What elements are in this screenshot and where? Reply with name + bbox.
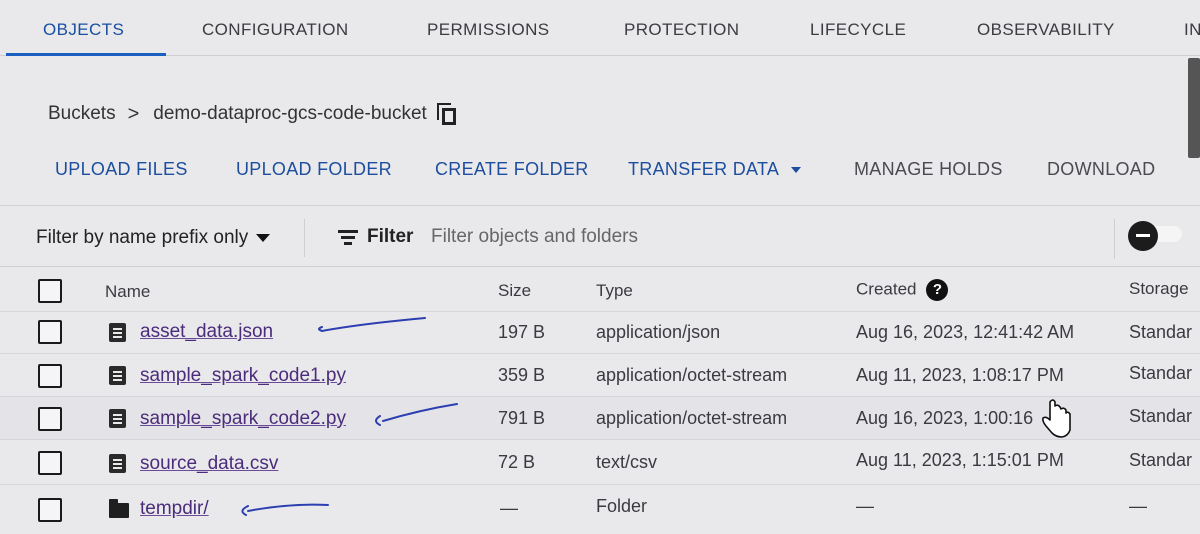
column-header-size[interactable]: Size xyxy=(498,281,531,301)
manage-holds-button[interactable]: MANAGE HOLDS xyxy=(854,159,1003,180)
object-storage-class: — xyxy=(1129,496,1147,516)
object-name-link[interactable]: source_data.csv xyxy=(140,453,278,475)
table-row[interactable]: sample_spark_code1.py 359 B application/… xyxy=(0,354,1200,397)
object-type: Folder xyxy=(596,496,648,516)
transfer-data-button[interactable]: TRANSFER DATA xyxy=(628,159,802,180)
created-header-label: Created xyxy=(856,279,917,299)
object-created: Aug 11, 2023, 1:15:01 PM xyxy=(856,450,1064,470)
prefix-filter-dropdown[interactable]: Filter by name prefix only xyxy=(36,227,271,249)
prefix-filter-label: Filter by name prefix only xyxy=(36,227,249,248)
file-icon xyxy=(109,323,126,342)
copy-icon[interactable] xyxy=(436,103,457,125)
object-created: Aug 16, 2023, 12:41:42 AM xyxy=(856,322,1075,342)
object-size: 359 B xyxy=(498,365,546,385)
tab-bar: OBJECTS CONFIGURATION PERMISSIONS PROTEC… xyxy=(0,0,1200,56)
table-header: Name Size Type Created? Storage xyxy=(0,268,1200,312)
tab-protection[interactable]: PROTECTION xyxy=(624,20,739,40)
caret-down-icon xyxy=(256,233,271,242)
filter-bar: Filter by name prefix only Filter xyxy=(0,207,1200,267)
object-size: 791 B xyxy=(498,408,546,428)
upload-folder-button[interactable]: UPLOAD FOLDER xyxy=(236,159,392,180)
transfer-data-label: TRANSFER DATA xyxy=(628,159,780,179)
column-header-name[interactable]: Name xyxy=(105,282,150,302)
help-icon[interactable]: ? xyxy=(926,279,949,301)
object-storage-class: Standar xyxy=(1129,363,1193,383)
action-bar: UPLOAD FILES UPLOAD FOLDER CREATE FOLDER… xyxy=(0,140,1200,206)
object-size: 197 B xyxy=(498,322,546,342)
tab-observability[interactable]: OBSERVABILITY xyxy=(977,20,1115,40)
object-name-link[interactable]: asset_data.json xyxy=(140,321,273,343)
file-icon xyxy=(109,409,126,428)
folder-icon xyxy=(109,499,129,518)
file-icon xyxy=(109,366,126,385)
row-checkbox[interactable] xyxy=(38,407,62,431)
object-type: application/octet-stream xyxy=(596,365,788,385)
table-row[interactable]: source_data.csv 72 B text/csv Aug 11, 20… xyxy=(0,440,1200,485)
divider xyxy=(1114,219,1115,259)
table-row[interactable]: tempdir/ — Folder — — xyxy=(0,485,1200,534)
select-all-checkbox[interactable] xyxy=(38,279,62,303)
create-folder-button[interactable]: CREATE FOLDER xyxy=(435,159,589,180)
active-tab-indicator xyxy=(6,53,166,56)
bucket-name: demo-dataproc-gcs-code-bucket xyxy=(153,103,427,124)
tab-permissions[interactable]: PERMISSIONS xyxy=(427,20,549,40)
filter-label: Filter xyxy=(367,226,414,247)
row-checkbox[interactable] xyxy=(38,498,62,522)
show-deleted-toggle[interactable] xyxy=(1128,221,1182,251)
object-type: application/json xyxy=(596,322,721,342)
file-icon xyxy=(109,454,126,473)
object-type: application/octet-stream xyxy=(596,408,788,428)
row-checkbox[interactable] xyxy=(38,320,62,344)
chevron-right-icon: > xyxy=(127,102,140,125)
table-row[interactable]: sample_spark_code2.py 791 B application/… xyxy=(0,397,1200,440)
divider xyxy=(304,219,305,257)
column-header-type[interactable]: Type xyxy=(596,281,633,301)
column-header-storage[interactable]: Storage xyxy=(1129,279,1189,299)
download-button[interactable]: DOWNLOAD xyxy=(1047,159,1155,180)
object-name-link[interactable]: sample_spark_code1.py xyxy=(140,365,346,387)
breadcrumb: Buckets > demo-dataproc-gcs-code-bucket xyxy=(48,101,457,127)
tab-objects[interactable]: OBJECTS xyxy=(43,20,124,40)
object-size: 72 B xyxy=(498,452,536,472)
object-name-link[interactable]: sample_spark_code2.py xyxy=(140,408,346,430)
upload-files-button[interactable]: UPLOAD FILES xyxy=(55,159,188,180)
tab-inventory[interactable]: IN xyxy=(1184,20,1200,40)
object-storage-class: Standar xyxy=(1129,450,1193,470)
object-type: text/csv xyxy=(596,452,658,472)
object-created: Aug 11, 2023, 1:08:17 PM xyxy=(856,365,1064,385)
breadcrumb-buckets-link[interactable]: Buckets xyxy=(48,103,116,125)
tab-lifecycle[interactable]: LIFECYCLE xyxy=(810,20,906,40)
caret-down-icon xyxy=(791,167,802,174)
object-storage-class: Standar xyxy=(1129,322,1193,342)
row-checkbox[interactable] xyxy=(38,451,62,475)
object-created: — xyxy=(856,496,874,516)
object-storage-class: Standar xyxy=(1129,406,1193,426)
column-header-created[interactable]: Created? xyxy=(856,279,949,301)
object-created: Aug 16, 2023, 1:00:16 xyxy=(856,408,1034,428)
filter-icon[interactable] xyxy=(338,230,358,246)
table-row[interactable]: asset_data.json 197 B application/json A… xyxy=(0,312,1200,354)
tab-configuration[interactable]: CONFIGURATION xyxy=(202,20,349,40)
object-name-link[interactable]: tempdir/ xyxy=(140,498,209,520)
object-size: — xyxy=(500,498,518,518)
filter-input[interactable] xyxy=(431,222,1031,252)
row-checkbox[interactable] xyxy=(38,364,62,388)
